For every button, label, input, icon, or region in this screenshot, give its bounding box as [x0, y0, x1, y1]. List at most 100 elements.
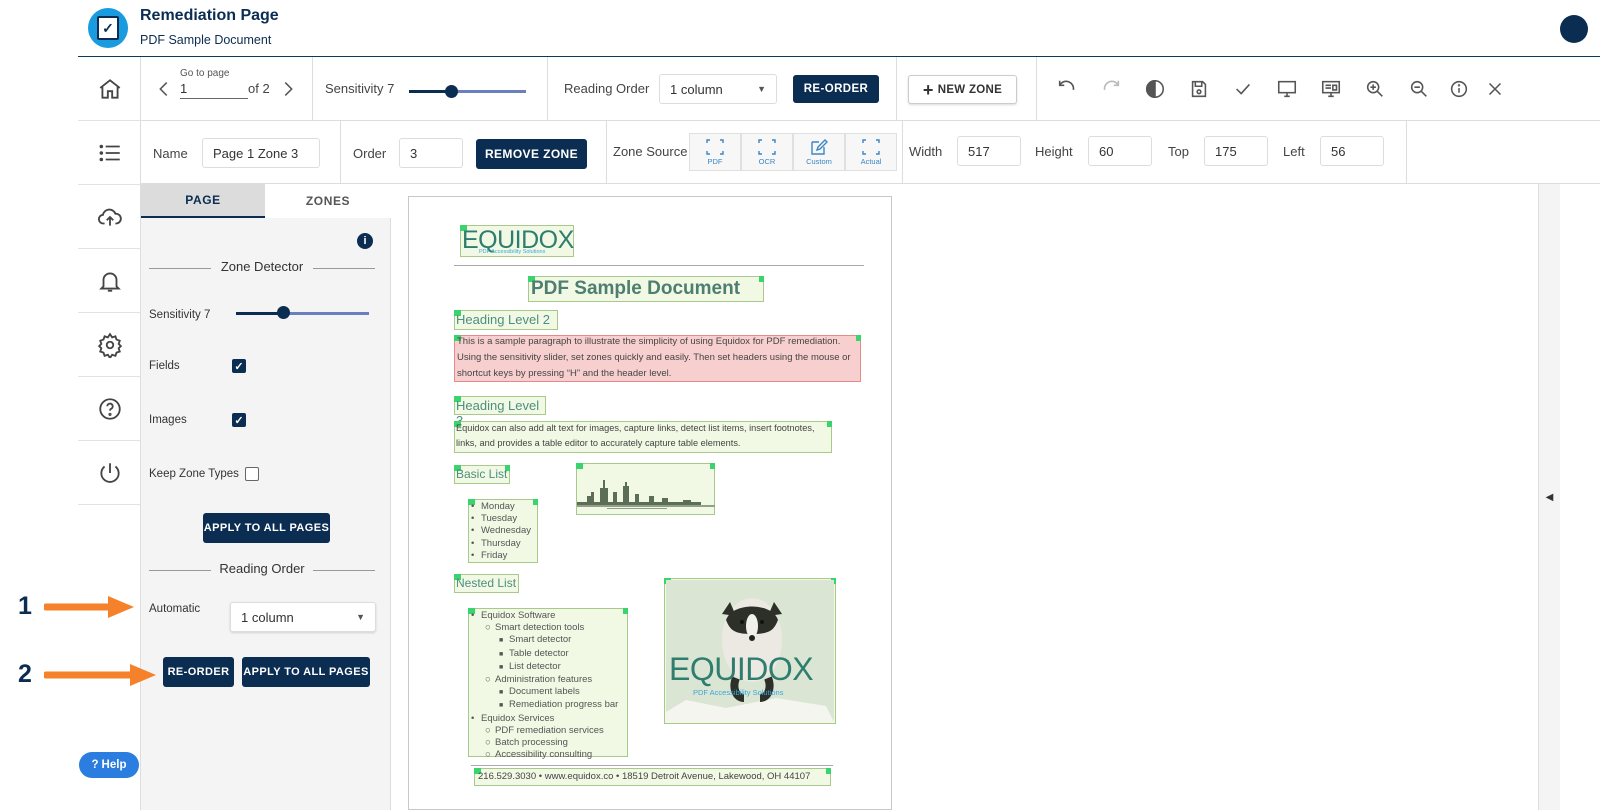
bell-icon[interactable] [78, 249, 141, 313]
help-icon: ? [91, 759, 99, 771]
check-icon[interactable] [1232, 78, 1254, 100]
zone-basic-list[interactable]: • Monday • Tuesday • Wednesday • Thursday • Frida… [468, 499, 538, 563]
zone-width-input[interactable]: 517 [957, 136, 1021, 166]
document-footer: 216.529.3030 • www.equidox.co • 18519 De… [478, 771, 811, 782]
source-pdf-button[interactable]: PDF [689, 133, 741, 171]
zone-nested-list-heading[interactable]: Nested List [454, 574, 519, 593]
help-circle-icon[interactable] [78, 377, 141, 441]
reorder-button[interactable]: RE-ORDER [163, 657, 234, 687]
zone-title[interactable]: PDF Sample Document [528, 276, 764, 302]
redo-icon[interactable] [1100, 78, 1122, 100]
list-item: • Thursday [471, 537, 521, 549]
power-icon[interactable] [78, 441, 141, 505]
image-logo-text: EQUIDOX [669, 651, 814, 687]
monitor-icon[interactable] [1276, 78, 1298, 100]
zone-logo[interactable]: EQUIDOX PDF Accessibility Solutions [460, 225, 574, 257]
annotation-number: 1 [18, 592, 32, 620]
keep-zone-types-checkbox[interactable] [245, 467, 259, 481]
list-item: ■ Smart detector [499, 634, 572, 646]
preview-icon[interactable] [1320, 78, 1342, 100]
height-label: Height [1035, 144, 1073, 159]
zone-name-input[interactable]: Page 1 Zone 3 [202, 138, 320, 168]
zone-detector-title: Zone Detector [149, 259, 375, 274]
zone-order-input[interactable]: 3 [399, 138, 463, 168]
contrast-icon[interactable] [1144, 78, 1166, 100]
reorder-button[interactable]: RE-ORDER [793, 75, 879, 103]
new-zone-button[interactable]: + NEW ZONE [908, 75, 1017, 104]
zone-dog-image[interactable]: EQUIDOX PDF Accessibility Solutions [664, 578, 836, 724]
list-item: • Wednesday [471, 525, 531, 537]
goto-page-label: Go to page [180, 68, 230, 79]
zone-basic-list-heading[interactable]: Basic List [454, 465, 510, 484]
fields-checkbox[interactable]: ✓ [232, 359, 246, 373]
keep-zone-types-label: Keep Zone Types [149, 468, 239, 480]
tab-zones[interactable]: ZONES [265, 184, 391, 218]
zone-heading-3[interactable]: Heading Level 3 [454, 396, 546, 428]
info-icon[interactable]: i [357, 233, 373, 249]
zone-paragraph-selected[interactable]: This is a sample paragraph to illustrate… [454, 335, 861, 382]
paragraph-line: Equidox can also add alt text for images… [456, 423, 815, 433]
automatic-columns-select[interactable]: 1 column ▼ [230, 602, 376, 632]
chevron-left-icon: ◀ [1545, 491, 1554, 503]
zoom-in-icon[interactable] [1364, 78, 1386, 100]
nested-list: • Equidox Software ○ Smart detection tools ■… [471, 610, 618, 761]
app-logo-icon: ✓ [88, 8, 128, 48]
avatar[interactable] [1560, 15, 1588, 43]
width-label: Width [909, 144, 943, 159]
zoom-out-icon[interactable] [1408, 78, 1430, 100]
source-actual-button[interactable]: Actual [845, 133, 897, 171]
close-icon[interactable] [1484, 78, 1506, 100]
reading-order-label: Reading Order [564, 81, 650, 96]
heading-level-2: Heading Level 2 [456, 312, 550, 327]
ocr-scan-icon [758, 139, 776, 155]
source-custom-button[interactable]: Custom [793, 133, 845, 171]
apply-all-pages-button-2[interactable]: APPLY TO ALL PAGES [242, 657, 370, 687]
zone-height-input[interactable]: 60 [1088, 136, 1152, 166]
prev-page-icon[interactable] [153, 78, 175, 100]
list-item: ■ List detector [499, 660, 561, 672]
images-label: Images [149, 414, 187, 426]
zone-footer[interactable]: 216.529.3030 • www.equidox.co • 18519 De… [474, 768, 831, 786]
zone-top-input[interactable]: 175 [1204, 136, 1268, 166]
undo-icon[interactable] [1056, 78, 1078, 100]
document-title: PDF Sample Document [531, 278, 741, 299]
nested-list-heading: Nested List [456, 576, 517, 590]
list-item: ■ Table detector [499, 647, 569, 659]
zone-left-input[interactable]: 56 [1320, 136, 1384, 166]
save-icon[interactable] [1188, 78, 1210, 100]
gear-icon[interactable] [78, 313, 141, 377]
list-item: ○ Administration features [485, 674, 593, 686]
chevron-down-icon: ▼ [356, 612, 365, 622]
tab-page[interactable]: PAGE [141, 184, 265, 218]
list-item: ■ Remediation progress bar [499, 699, 619, 711]
zone-skyline-image[interactable] [576, 463, 715, 515]
reading-order-select[interactable]: 1 column ▼ [659, 74, 777, 104]
help-button[interactable]: ? Help [79, 752, 139, 778]
list-item: ○ Batch processing [485, 737, 568, 749]
annotation-number: 2 [18, 660, 32, 688]
pdf-page[interactable]: EQUIDOX PDF Accessibility Solutions PDF … [408, 196, 892, 810]
zone-heading-2[interactable]: Heading Level 2 [454, 310, 558, 330]
source-ocr-button[interactable]: OCR [741, 133, 793, 171]
remove-zone-button[interactable]: REMOVE ZONE [476, 139, 587, 169]
zone-paragraph[interactable]: Equidox can also add alt text for images… [454, 421, 832, 453]
collapse-panel-toggle[interactable]: ◀ [1538, 184, 1560, 810]
next-page-icon[interactable] [277, 78, 299, 100]
list-item: ○ Accessibility consulting [485, 749, 593, 761]
basic-list-heading: Basic List [456, 467, 508, 481]
plus-icon: + [922, 79, 934, 100]
paragraph-line: This is a sample paragraph to illustrate… [457, 336, 841, 347]
arrow-icon [44, 596, 134, 618]
app-header: ✓ Remediation Page PDF Sample Document [78, 0, 1600, 57]
automatic-label: Automatic [149, 603, 201, 615]
cloud-upload-icon[interactable] [78, 185, 141, 249]
page-number-input[interactable]: 1 [180, 81, 248, 99]
document-subtitle: PDF Sample Document [140, 33, 272, 47]
list-icon[interactable] [78, 121, 141, 185]
info-icon[interactable] [1448, 78, 1470, 100]
order-label: Order [353, 146, 387, 161]
apply-all-pages-button[interactable]: APPLY TO ALL PAGES [203, 513, 330, 543]
images-checkbox[interactable]: ✓ [232, 413, 246, 427]
home-icon[interactable] [78, 57, 141, 121]
zone-nested-list[interactable]: • Equidox Software ○ Smart detection tools ■… [468, 608, 628, 760]
